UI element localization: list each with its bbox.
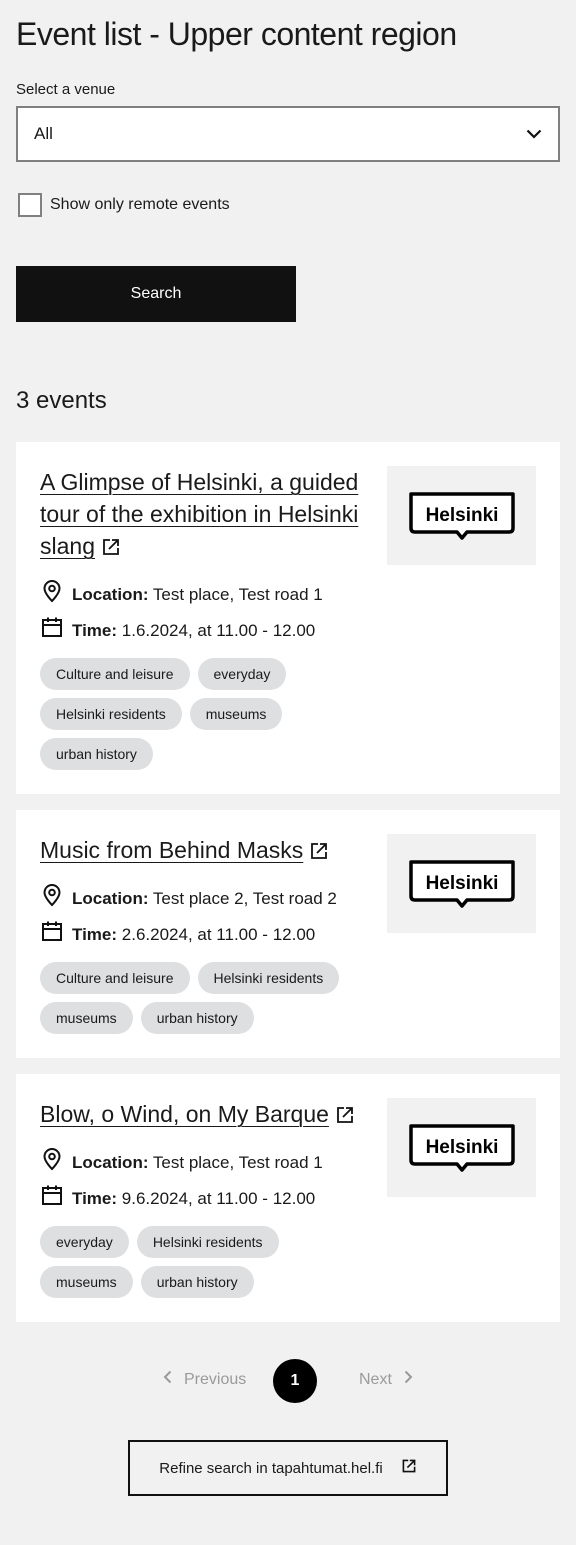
event-title-link[interactable]: Blow, o Wind, on My Barque <box>40 1098 380 1133</box>
helsinki-logo: Helsinki <box>387 466 536 565</box>
time-value: 9.6.2024, at 11.00 - 12.00 <box>121 1188 316 1208</box>
tag[interactable]: museums <box>40 1002 133 1034</box>
tag[interactable]: Helsinki residents <box>136 1226 279 1258</box>
tag[interactable]: urban history <box>140 1266 254 1298</box>
calendar-icon <box>40 1183 64 1214</box>
remote-events-checkbox[interactable] <box>18 193 42 217</box>
event-tags: Culture and leisure Helsinki residents m… <box>40 962 360 1034</box>
chevron-down-icon <box>526 129 542 139</box>
tag[interactable]: urban history <box>140 1002 254 1034</box>
tag[interactable]: museums <box>189 698 283 730</box>
time-value: 2.6.2024, at 11.00 - 12.00 <box>121 924 316 944</box>
logo-text: Helsinki <box>425 505 498 526</box>
event-location: Location: Test place, Test road 1 <box>40 1147 323 1178</box>
previous-page-button[interactable]: Previous <box>160 1369 246 1390</box>
event-count: 3 events <box>16 387 107 414</box>
next-page-label: Next <box>359 1370 392 1388</box>
time-label: Time: <box>72 1188 118 1208</box>
tag[interactable]: everyday <box>197 658 287 690</box>
refine-search-label: Refine search in tapahtumat.hel.fi <box>159 1459 383 1477</box>
event-card: A Glimpse of Helsinki, a guided tour of … <box>16 442 560 794</box>
location-label: Location: <box>72 888 149 908</box>
venue-select-label: Select a venue <box>16 81 116 98</box>
event-location: Location: Test place, Test road 1 <box>40 579 323 610</box>
previous-page-label: Previous <box>184 1370 247 1388</box>
event-location: Location: Test place 2, Test road 2 <box>40 883 337 914</box>
current-page-button[interactable]: 1 <box>273 1359 317 1403</box>
tag[interactable]: urban history <box>40 738 153 770</box>
venue-select-value: All <box>34 124 53 143</box>
event-card: Music from Behind Masks Helsinki Locatio… <box>16 810 560 1058</box>
location-pin-icon <box>40 579 64 610</box>
tag[interactable]: Helsinki residents <box>40 698 182 730</box>
remote-events-option[interactable]: Show only remote events <box>16 193 230 217</box>
remote-events-label: Show only remote events <box>50 196 230 213</box>
refine-search-link[interactable]: Refine search in tapahtumat.hel.fi <box>128 1440 448 1496</box>
external-link-icon <box>101 533 121 565</box>
location-value: Test place 2, Test road 2 <box>152 888 337 908</box>
calendar-icon <box>40 615 64 646</box>
tag[interactable]: museums <box>40 1266 133 1298</box>
calendar-icon <box>40 919 64 950</box>
external-link-icon <box>309 837 329 869</box>
helsinki-logo: Helsinki <box>387 1098 536 1197</box>
event-title-link[interactable]: A Glimpse of Helsinki, a guided tour of … <box>40 466 370 565</box>
logo-text: Helsinki <box>425 873 498 894</box>
venue-select[interactable]: All <box>16 106 560 162</box>
page-title: Event list - Upper content region <box>16 16 457 52</box>
event-time: Time: 2.6.2024, at 11.00 - 12.00 <box>40 919 315 950</box>
event-card: Blow, o Wind, on My Barque Helsinki Loca… <box>16 1074 560 1322</box>
event-time: Time: 9.6.2024, at 11.00 - 12.00 <box>40 1183 315 1214</box>
event-time: Time: 1.6.2024, at 11.00 - 12.00 <box>40 615 315 646</box>
event-title-link[interactable]: Music from Behind Masks <box>40 834 380 869</box>
time-label: Time: <box>72 620 118 640</box>
location-pin-icon <box>40 1147 64 1178</box>
event-tags: Culture and leisure everyday Helsinki re… <box>40 658 360 770</box>
location-value: Test place, Test road 1 <box>152 584 323 604</box>
logo-text: Helsinki <box>425 1137 498 1158</box>
time-value: 1.6.2024, at 11.00 - 12.00 <box>121 620 316 640</box>
event-title: Music from Behind Masks <box>40 837 304 863</box>
external-link-icon <box>401 1458 417 1478</box>
tag[interactable]: Culture and leisure <box>40 962 190 994</box>
chevron-right-icon <box>400 1369 416 1390</box>
next-page-button[interactable]: Next <box>359 1369 416 1390</box>
chevron-left-icon <box>160 1369 176 1390</box>
pagination: Previous 1 Next <box>0 1359 576 1403</box>
helsinki-logo: Helsinki <box>387 834 536 933</box>
event-title: A Glimpse of Helsinki, a guided tour of … <box>40 469 359 559</box>
location-value: Test place, Test road 1 <box>152 1152 323 1172</box>
event-title: Blow, o Wind, on My Barque <box>40 1101 329 1127</box>
location-label: Location: <box>72 584 149 604</box>
tag[interactable]: Culture and leisure <box>40 658 190 690</box>
tag[interactable]: Helsinki residents <box>197 962 340 994</box>
external-link-icon <box>335 1101 355 1133</box>
event-tags: everyday Helsinki residents museums urba… <box>40 1226 360 1298</box>
location-label: Location: <box>72 1152 149 1172</box>
tag[interactable]: everyday <box>40 1226 129 1258</box>
time-label: Time: <box>72 924 118 944</box>
search-button[interactable]: Search <box>16 266 296 322</box>
location-pin-icon <box>40 883 64 914</box>
